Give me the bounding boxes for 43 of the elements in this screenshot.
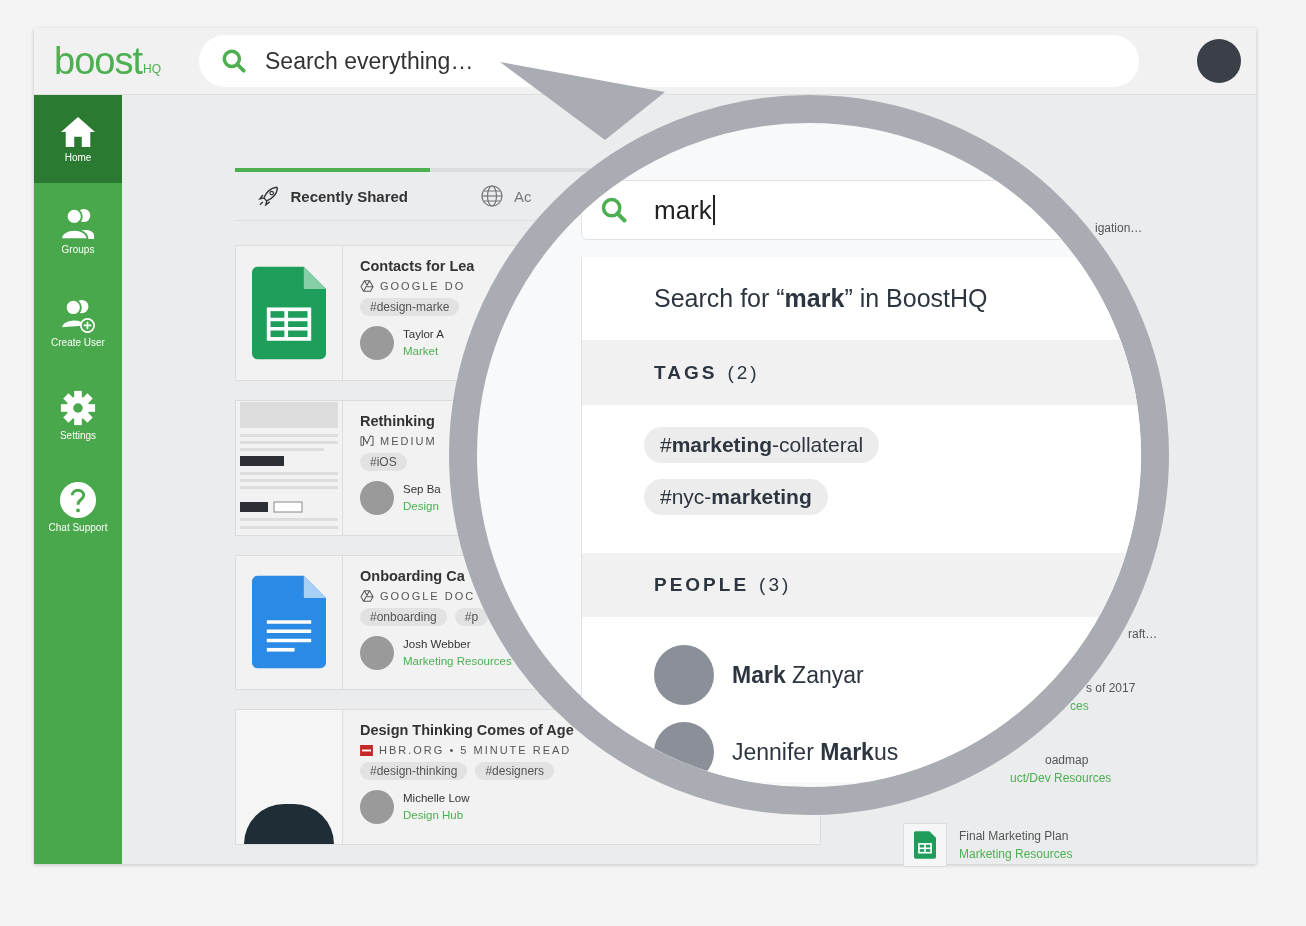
text-cursor	[712, 195, 715, 225]
tag-chip[interactable]: #design-marke	[360, 298, 460, 316]
source-label: MEDIUM	[380, 434, 437, 447]
tag-chip[interactable]: #iOS	[360, 452, 407, 471]
card-title[interactable]: Design Thinking Comes of Age	[360, 722, 574, 738]
settings-icon	[59, 389, 97, 427]
home-icon	[59, 115, 97, 149]
search-icon	[221, 48, 247, 74]
card-title[interactable]: Rethinking	[360, 412, 435, 429]
search-icon	[600, 196, 628, 224]
person-name[interactable]: Mark Zanyar	[732, 661, 864, 689]
tag-chip[interactable]: #designers	[475, 762, 555, 780]
person-name[interactable]: Taylor A	[403, 326, 444, 343]
tag-chip[interactable]: #onboarding	[360, 607, 447, 626]
add-user-icon	[59, 298, 97, 334]
avatar	[360, 480, 394, 515]
tag-chip[interactable]: #nyc-marketing	[644, 479, 828, 515]
tag-chip[interactable]: #p	[454, 607, 489, 626]
avatar	[654, 645, 714, 705]
source-label: GOOGLE DOC	[380, 589, 476, 602]
avatar	[360, 326, 394, 360]
rocket-icon	[257, 184, 281, 208]
source-label: GOOGLE DO	[380, 280, 466, 292]
source-label: HBR.ORG • 5 MINUTE READ	[379, 744, 572, 756]
help-icon	[59, 481, 97, 519]
sidebar-item[interactable]: Home	[34, 95, 122, 183]
avatar	[360, 790, 394, 824]
tag-chip[interactable]: #design-thinking	[360, 762, 468, 780]
users-icon	[59, 207, 97, 241]
brand-suffix: HQ	[142, 62, 161, 76]
card-title[interactable]: Contacts for Lea	[360, 258, 475, 274]
file-title[interactable]: Final Marketing Plan	[959, 827, 1073, 845]
card-title[interactable]: Onboarding Ca	[360, 567, 465, 584]
avatar	[360, 635, 394, 670]
person-name[interactable]: Sep Ba	[403, 480, 441, 498]
search-field[interactable]: Search everything…	[199, 35, 1139, 87]
document-icon	[252, 574, 326, 671]
spreadsheet-icon	[914, 831, 936, 859]
tab[interactable]: Recently Shared	[235, 168, 430, 220]
user-avatar[interactable]	[1197, 39, 1241, 83]
file-title[interactable]: igation…	[1095, 219, 1143, 237]
globe-icon	[480, 184, 504, 208]
tag-chip[interactable]: #marketing-collateral	[644, 427, 880, 463]
